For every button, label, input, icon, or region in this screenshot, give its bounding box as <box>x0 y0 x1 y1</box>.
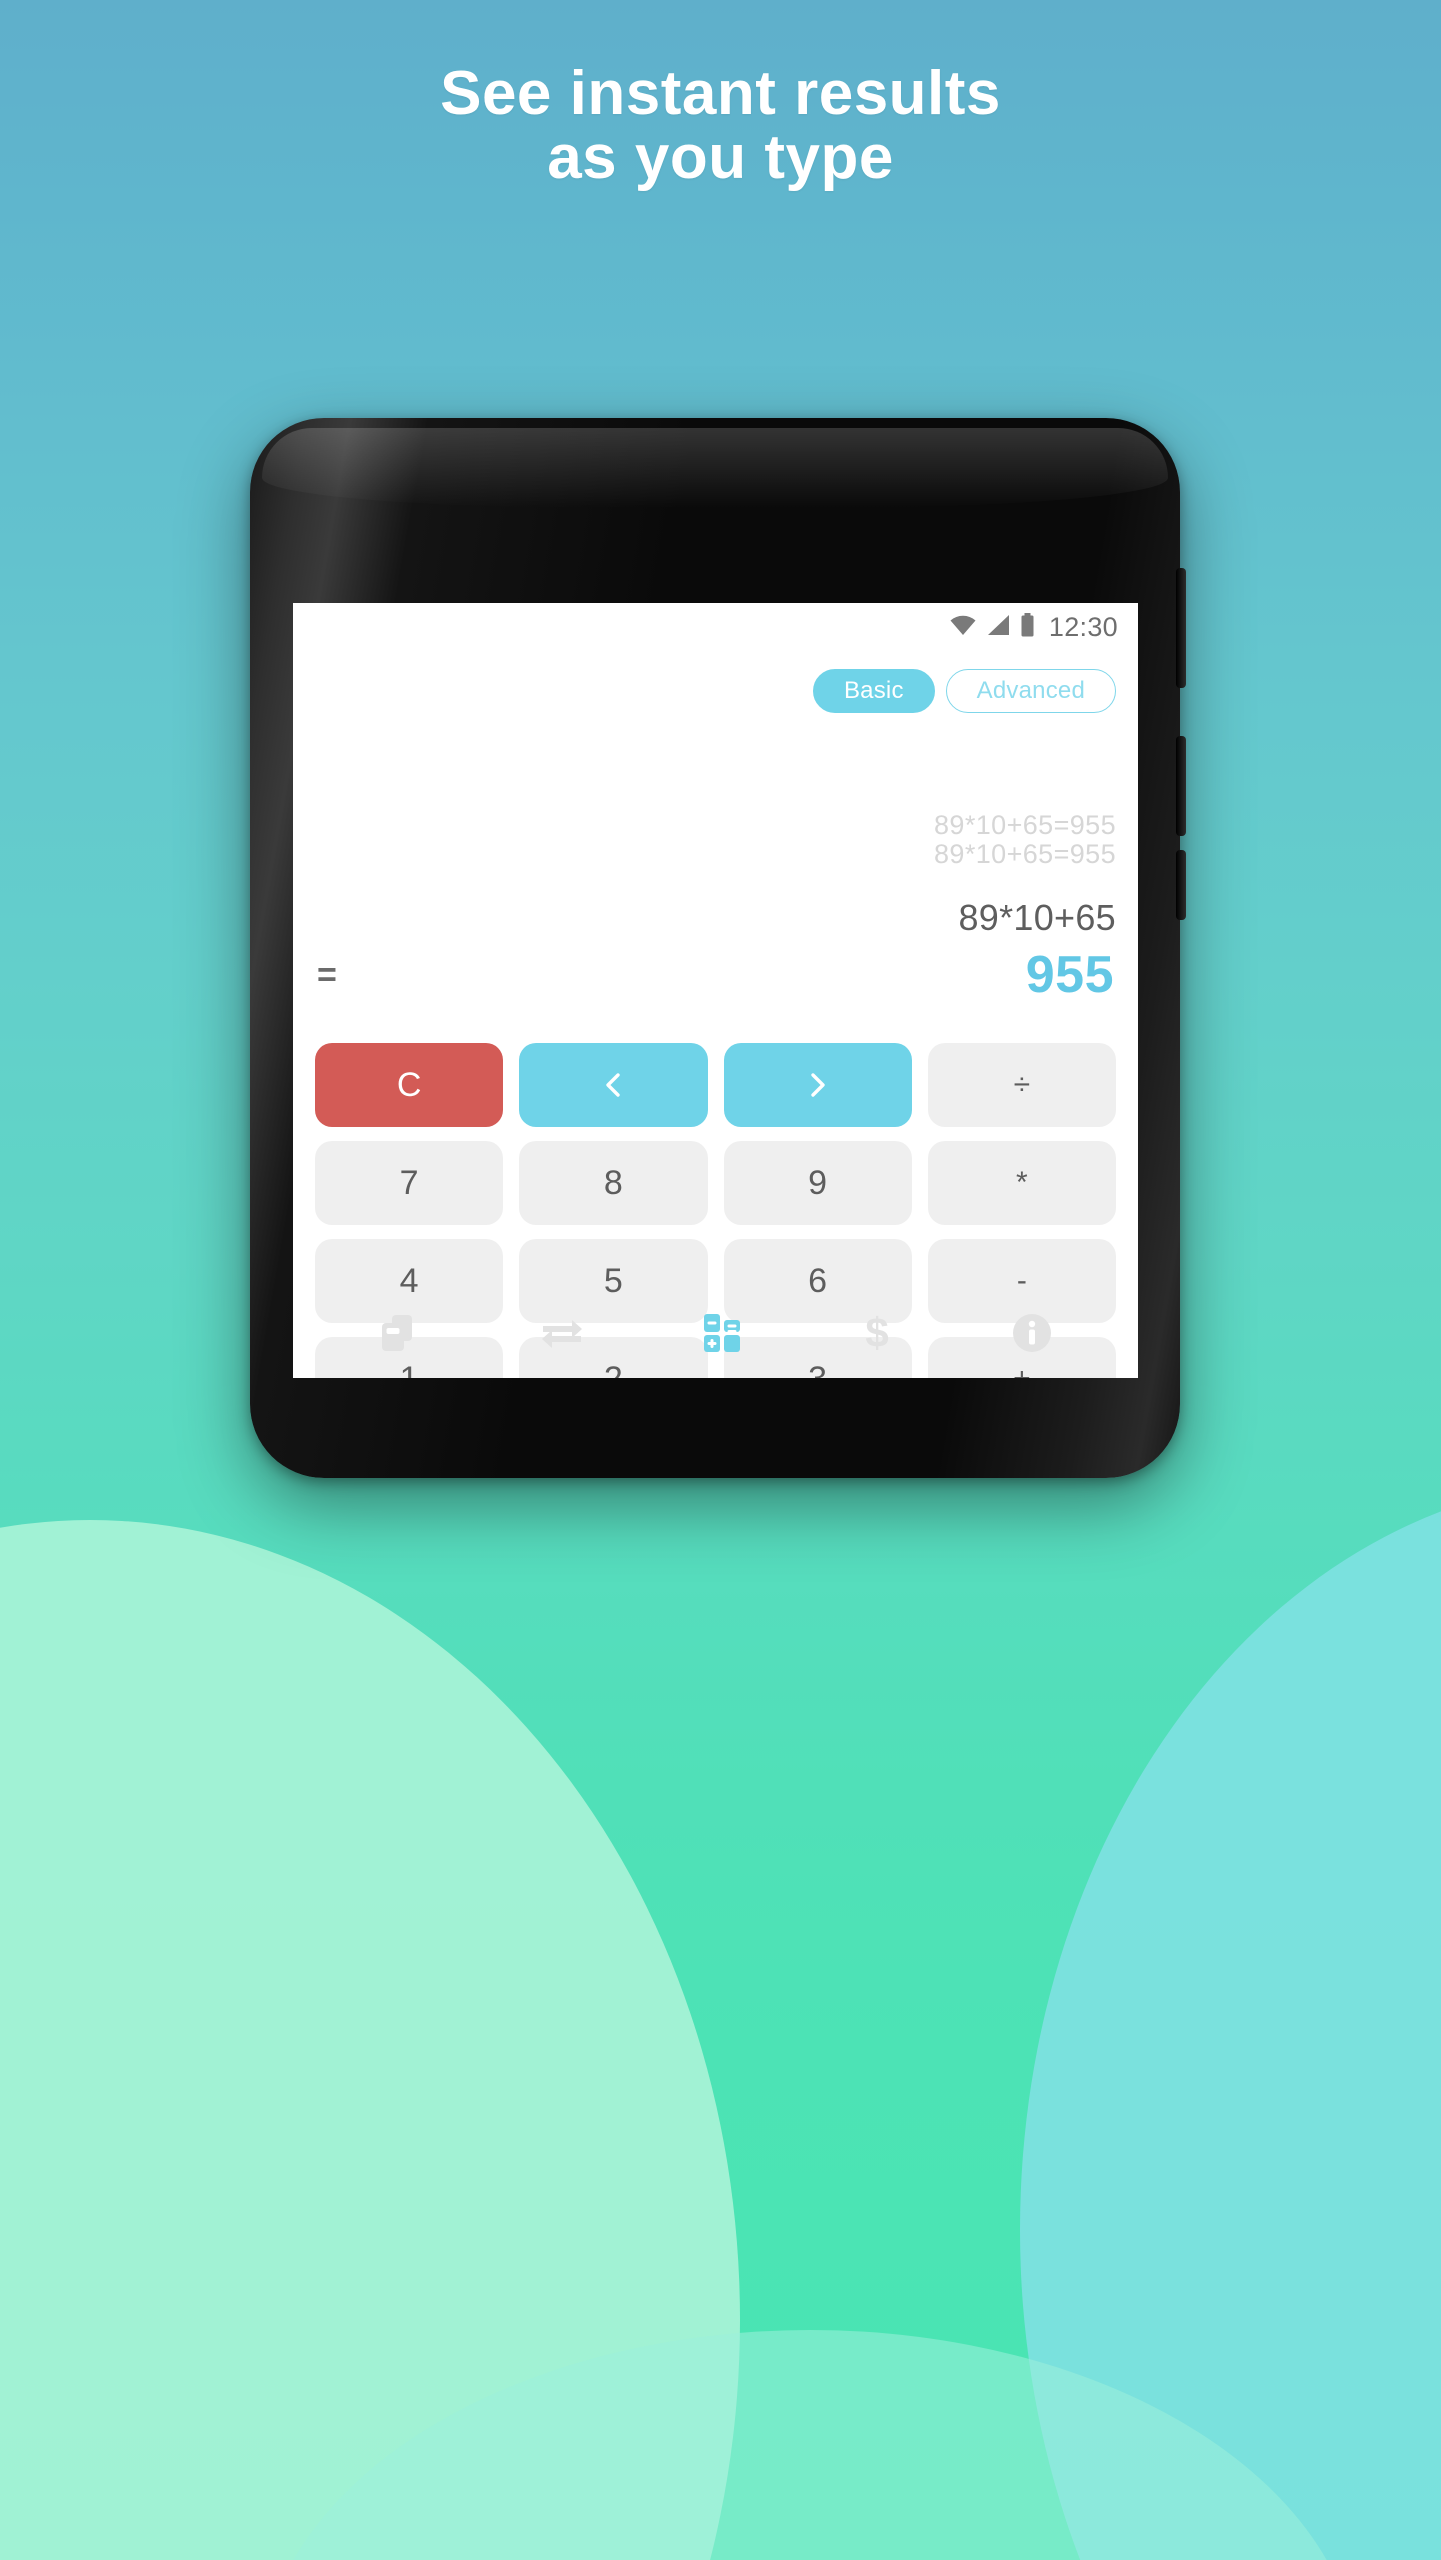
current-expression[interactable]: 89*10+65 <box>315 897 1116 939</box>
mode-tab-group: Basic Advanced <box>293 651 1138 713</box>
promo-headline: See instant results as you type <box>0 62 1441 190</box>
calculator-icon <box>702 1312 742 1359</box>
promo-screenshot: See instant results as you type 12:30 Ba… <box>0 0 1441 2560</box>
key-8-label: 8 <box>603 1164 623 1203</box>
nav-calculator[interactable] <box>702 1312 742 1359</box>
chevron-right-icon <box>810 1073 825 1098</box>
nav-multi-calculator[interactable] <box>378 1313 422 1358</box>
key-7[interactable]: 7 <box>315 1141 504 1226</box>
status-bar-clock: 12:30 <box>1048 611 1118 642</box>
key-7-label: 7 <box>399 1164 419 1203</box>
phone-mockup: 12:30 Basic Advanced 89*10+65=955 89*10+… <box>250 418 1186 1478</box>
bottom-navigation-bar: $ <box>293 1292 1138 1378</box>
cellular-signal-icon <box>986 614 1011 641</box>
result-value: 955 <box>1025 946 1114 1005</box>
result-row: = 955 <box>315 945 1116 1005</box>
chevron-left-icon <box>606 1073 621 1098</box>
info-icon <box>1011 1312 1053 1359</box>
calculation-history[interactable]: 89*10+65=955 89*10+65=955 <box>315 810 1116 869</box>
key-clear[interactable]: C <box>315 1043 504 1128</box>
phone-side-button-volume-up[interactable] <box>1176 568 1186 688</box>
status-bar: 12:30 <box>293 603 1138 651</box>
headline-line-2: as you type <box>547 122 894 192</box>
swap-arrows-icon <box>539 1313 585 1358</box>
equals-label: = <box>317 956 337 995</box>
key-divide-label: ÷ <box>1013 1068 1031 1102</box>
calculator-display: 89*10+65=955 89*10+65=955 89*10+65 = 955 <box>293 810 1138 1005</box>
key-9-label: 9 <box>808 1164 828 1203</box>
tab-basic[interactable]: Basic <box>812 669 935 713</box>
nav-currency[interactable]: $ <box>860 1309 894 1360</box>
tab-advanced[interactable]: Advanced <box>945 669 1116 713</box>
svg-text:$: $ <box>865 1311 888 1355</box>
key-cursor-left[interactable] <box>519 1043 708 1128</box>
key-8[interactable]: 8 <box>519 1141 708 1226</box>
key-9[interactable]: 9 <box>723 1141 912 1226</box>
key-divide[interactable]: ÷ <box>927 1043 1116 1128</box>
phone-screen: 12:30 Basic Advanced 89*10+65=955 89*10+… <box>293 603 1138 1378</box>
phone-side-button-power[interactable] <box>1176 850 1186 920</box>
wifi-icon <box>949 614 977 641</box>
history-item[interactable]: 89*10+65=955 <box>315 810 1116 840</box>
key-multiply-label: * <box>1016 1166 1028 1200</box>
history-item[interactable]: 89*10+65=955 <box>315 839 1116 869</box>
battery-icon <box>1020 612 1035 642</box>
headline-line-1: See instant results <box>440 59 1001 128</box>
key-multiply[interactable]: * <box>927 1141 1116 1226</box>
key-cursor-right[interactable] <box>723 1043 912 1128</box>
phone-side-button-volume-down[interactable] <box>1176 736 1186 836</box>
nav-converter[interactable] <box>539 1313 585 1358</box>
dollar-icon: $ <box>860 1309 894 1360</box>
nav-info[interactable] <box>1011 1312 1053 1359</box>
stacked-calculators-icon <box>378 1313 422 1358</box>
key-clear-label: C <box>396 1066 422 1105</box>
